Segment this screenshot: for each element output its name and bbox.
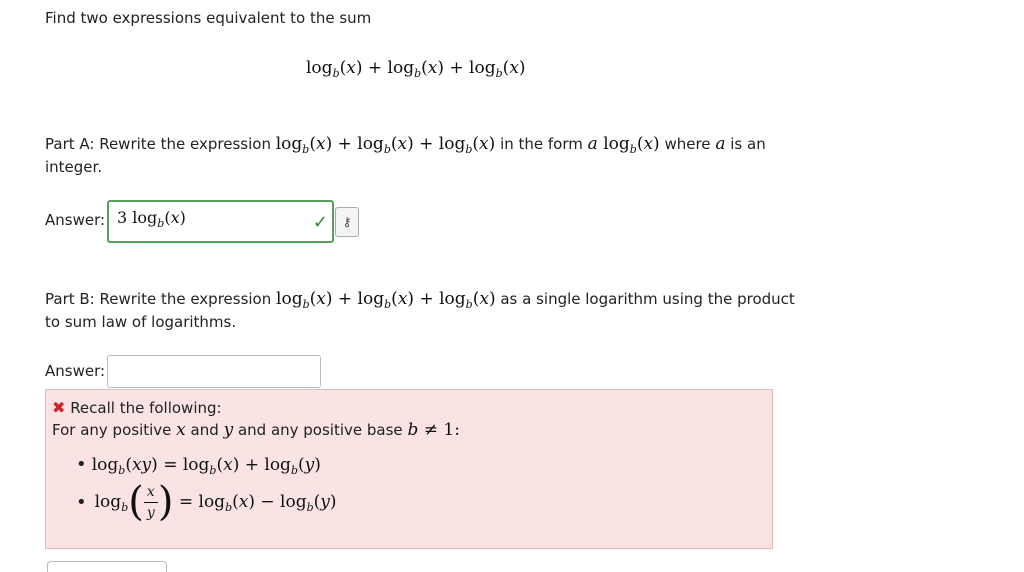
base-condition: b ≠ 1: xyxy=(407,420,460,440)
feedback-title-row: ✖ Recall the following: xyxy=(52,398,222,417)
right-paren: ) xyxy=(157,479,174,525)
bullet: • xyxy=(76,491,87,513)
part-b-line2: to sum law of logarithms. xyxy=(45,313,237,331)
var-y: y xyxy=(223,420,234,440)
part-b-answer-field[interactable] xyxy=(107,355,321,388)
part-b-text-after: as a single logarithm using the product xyxy=(500,290,795,308)
part-a-form: a logb(x) xyxy=(587,134,660,156)
part-b-question: Part B: Rewrite the expression logb(x) +… xyxy=(45,289,795,311)
part-a-text: Part A: Rewrite the expression xyxy=(45,135,271,153)
key-icon-button[interactable]: ⚷ xyxy=(335,207,359,237)
rule-quotient-rhs: = logb(x) − logb(y) xyxy=(173,492,337,514)
part-a-text-after: where xyxy=(664,135,711,153)
bullet: • xyxy=(76,454,87,475)
feedback-title: Recall the following: xyxy=(70,399,222,417)
part-a-text-end: is an xyxy=(730,135,766,153)
feedback-line1-b: and xyxy=(190,421,219,439)
next-button[interactable] xyxy=(47,561,167,572)
feedback-line1: For any positive x and y and any positiv… xyxy=(52,420,460,440)
part-b-answer-label: Answer: xyxy=(45,362,106,380)
feedback-line1-c: and any positive base xyxy=(237,421,403,439)
part-b-text: Part B: Rewrite the expression xyxy=(45,290,272,308)
sum-expression: logb(x) + logb(x) + logb(x) xyxy=(306,58,526,80)
left-paren: ( xyxy=(128,479,144,525)
key-icon: ⚷ xyxy=(342,215,352,229)
var-x: x xyxy=(176,420,186,440)
part-a-var-a: a xyxy=(715,134,726,154)
rule-quotient-log: logb xyxy=(94,492,129,514)
feedback-panel: ✖ Recall the following: For any positive… xyxy=(45,389,773,549)
part-a-answer-label: Answer: xyxy=(45,211,106,229)
part-a-answer-field[interactable]: 3 logb(x) ✓ xyxy=(107,200,334,243)
part-a-answer-value: 3 logb(x) xyxy=(117,208,186,230)
feedback-line1-a: For any positive xyxy=(52,421,172,439)
part-a-line2: integer. xyxy=(45,158,103,176)
part-a-question: Part A: Rewrite the expression logb(x) +… xyxy=(45,134,766,156)
rule-product: • logb(xy) = logb(x) + logb(y) xyxy=(76,454,321,477)
part-b-expression: logb(x) + logb(x) + logb(x) xyxy=(276,289,496,311)
part-a-text-middle: in the form xyxy=(500,135,583,153)
rule-product-formula: logb(xy) = logb(x) + logb(y) xyxy=(91,455,321,477)
part-a-expression: logb(x) + logb(x) + logb(x) xyxy=(275,134,496,156)
question-prompt: Find two expressions equivalent to the s… xyxy=(45,9,372,27)
rule-quotient: • logb ( xy ) = logb(x) − logb(y) xyxy=(76,482,337,522)
check-icon: ✓ xyxy=(312,212,328,233)
x-icon: ✖ xyxy=(52,398,66,417)
fraction-x-over-y: xy xyxy=(143,484,158,521)
